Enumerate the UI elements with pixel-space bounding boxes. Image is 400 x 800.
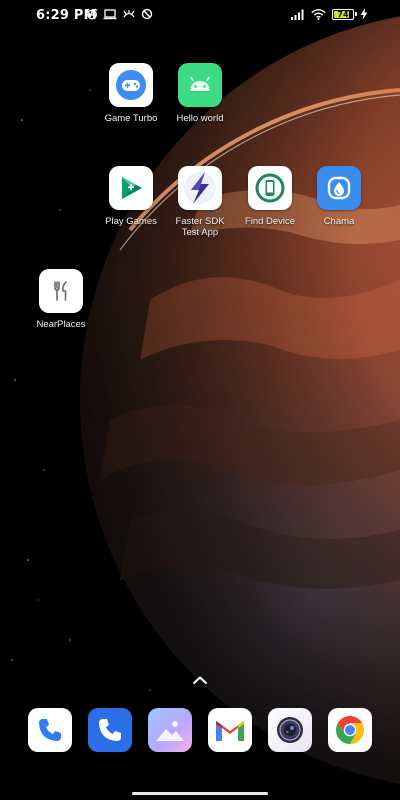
wifi-icon (311, 8, 326, 20)
app-play-games[interactable]: Play Games (96, 166, 166, 227)
app-chama[interactable]: Chama (304, 166, 374, 227)
gallery-icon[interactable] (148, 708, 192, 752)
battery-icon: 74 (332, 8, 357, 20)
alarm-icon (86, 8, 98, 20)
gesture-nav-handle[interactable] (132, 792, 268, 795)
app-game-turbo[interactable]: Game Turbo (96, 63, 166, 124)
dock (0, 708, 400, 754)
app-label: Hello world (176, 113, 224, 124)
app-label: Chama (323, 216, 355, 227)
app-nearplaces[interactable]: NearPlaces (26, 269, 96, 330)
status-left-icons (86, 8, 153, 20)
app-hello-world[interactable]: Hello world (165, 63, 235, 124)
find-device-icon (248, 166, 292, 210)
play-games-icon (109, 166, 153, 210)
app-label: Find Device (244, 216, 296, 227)
app-faster-sdk[interactable]: Faster SDK Test App (165, 166, 235, 238)
screen-cast-icon (103, 9, 117, 20)
chevron-up-icon[interactable] (191, 674, 209, 686)
water-drop-icon (317, 166, 361, 210)
vpn-key-icon (123, 10, 135, 18)
phone-icon[interactable] (28, 708, 72, 752)
fork-knife-icon (39, 269, 83, 313)
game-turbo-icon (109, 63, 153, 107)
battery-level: 74 (337, 9, 349, 19)
camera-icon[interactable] (268, 708, 312, 752)
signal-icon (291, 9, 304, 20)
lightning-icon (178, 166, 222, 210)
battery-tip (355, 12, 357, 16)
home-screen: 6:29 PM 74 Game Turbo Hello world Play G… (0, 0, 400, 800)
app-label: Game Turbo (104, 113, 158, 124)
app-label: Faster SDK Test App (175, 216, 225, 238)
android-icon (178, 63, 222, 107)
dialer-icon[interactable] (88, 708, 132, 752)
charging-icon (360, 8, 368, 20)
status-bar: 6:29 PM 74 (0, 0, 400, 34)
app-find-device[interactable]: Find Device (235, 166, 305, 227)
app-label: Play Games (105, 216, 157, 227)
gmail-icon[interactable] (208, 708, 252, 752)
chrome-icon[interactable] (328, 708, 372, 752)
do-not-disturb-icon (141, 8, 153, 20)
app-label: NearPlaces (36, 319, 86, 330)
status-right-icons: 74 (291, 8, 368, 20)
